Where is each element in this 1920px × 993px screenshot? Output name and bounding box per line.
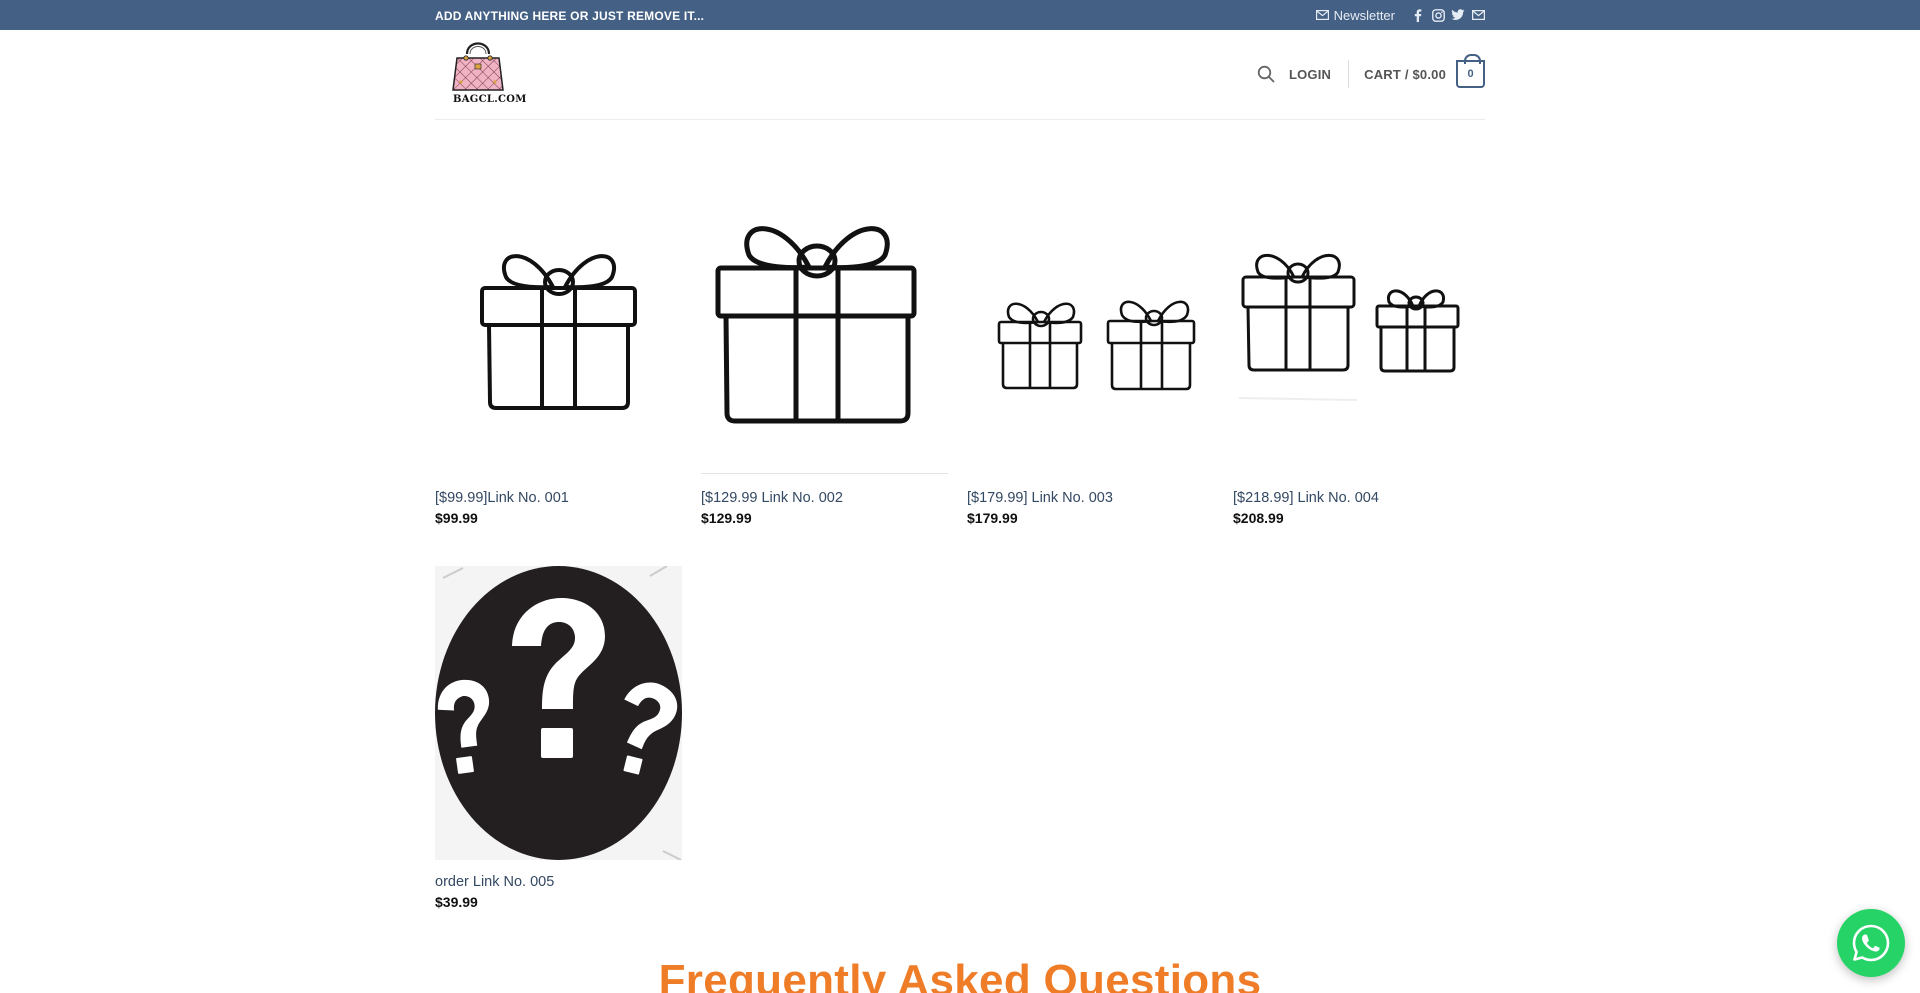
product-image[interactable]	[701, 180, 948, 474]
email-icon[interactable]	[1471, 8, 1485, 22]
product-card[interactable]: order Link No. 005 $39.99	[435, 565, 682, 910]
gift-box-icon	[480, 254, 637, 410]
product-title[interactable]: [$129.99 Link No. 002	[701, 490, 843, 506]
two-gift-boxes-icon	[997, 300, 1196, 391]
handbag-logo-icon	[452, 42, 504, 91]
product-price: $39.99	[435, 894, 478, 910]
logo-text: BAGCL.COM	[453, 94, 527, 105]
search-icon[interactable]	[1257, 65, 1275, 83]
product-price: $129.99	[701, 510, 752, 526]
top-bar: ADD ANYTHING HERE OR JUST REMOVE IT... N…	[0, 0, 1920, 30]
instagram-icon[interactable]	[1431, 8, 1445, 22]
envelope-icon	[1315, 10, 1329, 20]
twitter-icon[interactable]	[1451, 8, 1465, 22]
product-price: $179.99	[967, 510, 1018, 526]
product-title[interactable]: [$179.99] Link No. 003	[967, 490, 1113, 506]
header-nav: LOGIN CART / $0.00 0	[1257, 54, 1485, 89]
whatsapp-button[interactable]	[1837, 909, 1905, 977]
product-card[interactable]: [$218.99] Link No. 004 $208.99	[1233, 180, 1480, 526]
product-image[interactable]	[1233, 180, 1480, 474]
product-price: $99.99	[435, 510, 478, 526]
product-title[interactable]: [$218.99] Link No. 004	[1233, 490, 1379, 506]
product-image[interactable]	[967, 180, 1214, 474]
product-card[interactable]: [$99.99]Link No. 001 $99.99	[435, 180, 682, 526]
whatsapp-icon	[1852, 924, 1890, 962]
question-marks-circle	[435, 565, 682, 861]
facebook-icon[interactable]	[1411, 8, 1425, 22]
newsletter-label: Newsletter	[1333, 7, 1395, 23]
gift-box-icon	[715, 226, 917, 424]
product-image[interactable]	[435, 565, 682, 861]
nav-divider	[1348, 60, 1350, 88]
newsletter-link[interactable]: Newsletter	[1315, 7, 1395, 23]
site-header: BAGCL.COM LOGIN CART / $0.00 0	[435, 30, 1485, 120]
logo[interactable]: BAGCL.COM	[443, 32, 526, 106]
cart-link[interactable]: CART / $0.00	[1364, 67, 1446, 82]
product-title[interactable]: [$99.99]Link No. 001	[435, 490, 569, 506]
product-card[interactable]: [$129.99 Link No. 002 $129.99	[701, 180, 948, 526]
product-card[interactable]: [$179.99] Link No. 003 $179.99	[967, 180, 1214, 526]
cart-count-badge[interactable]: 0	[1456, 54, 1485, 88]
product-price: $208.99	[1233, 510, 1284, 526]
two-gift-boxes-icon	[1238, 253, 1460, 401]
product-image[interactable]	[435, 180, 682, 474]
promo-text: ADD ANYTHING HERE OR JUST REMOVE IT...	[435, 9, 705, 23]
product-title[interactable]: order Link No. 005	[435, 874, 554, 890]
faq-heading: Frequently Asked Questions	[658, 956, 1262, 993]
login-link[interactable]: LOGIN	[1289, 67, 1331, 82]
